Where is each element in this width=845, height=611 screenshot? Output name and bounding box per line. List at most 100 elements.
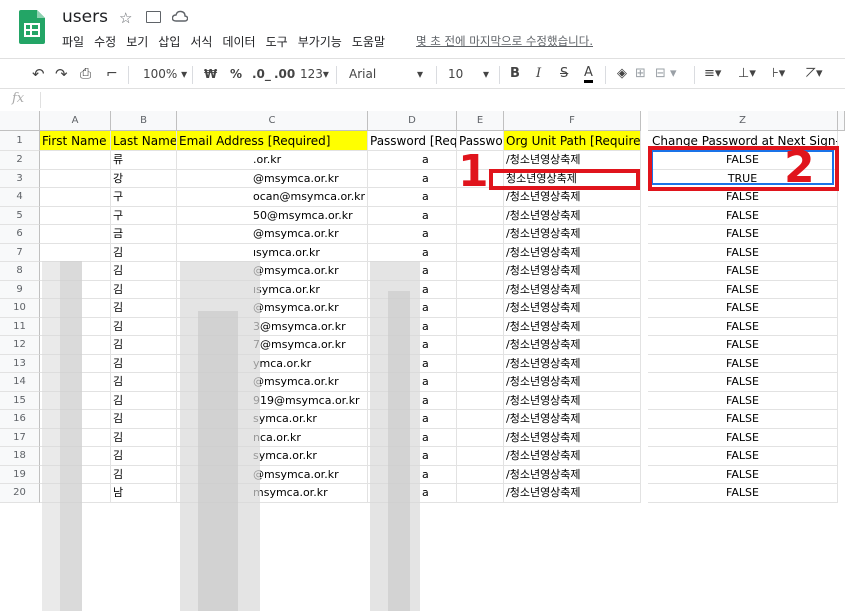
redo-icon[interactable]: ↷ [55,66,68,82]
last-name-cell[interactable]: 김 [111,243,177,262]
password-hash-cell[interactable] [457,410,504,429]
org-unit-cell[interactable]: /청소년영상축제 [504,262,641,281]
password-cell[interactable]: a [368,206,457,225]
last-name-cell[interactable]: 남 [111,484,177,503]
row-number[interactable]: 11 [0,317,40,336]
row-number[interactable]: 3 [0,169,40,188]
change-password-cell[interactable]: FALSE [648,428,838,447]
fill-color-icon[interactable]: ◈ [617,66,627,82]
menu-data[interactable]: 데이터 [222,35,255,49]
row-number[interactable]: 1 [0,131,40,151]
font-select[interactable]: Arial ▾ [349,66,423,82]
change-password-cell[interactable]: FALSE [648,317,838,336]
password-cell[interactable]: a [368,188,457,207]
org-unit-cell[interactable]: /청소년영상축제 [504,151,641,170]
org-unit-cell[interactable]: /청소년영상축제 [504,225,641,244]
menu-edit[interactable]: 수정 [94,35,116,49]
last-name-cell[interactable]: 김 [111,336,177,355]
org-unit-cell[interactable]: /청소년영상축제 [504,373,641,392]
header-cell-f[interactable]: Org Unit Path [Required] [504,131,641,151]
increase-decimal-button[interactable]: .00 [274,66,295,82]
email-cell[interactable]: 50@msymca.or.kr [177,206,368,225]
row-number[interactable]: 9 [0,280,40,299]
password-hash-cell[interactable] [457,280,504,299]
change-password-cell[interactable]: FALSE [648,354,838,373]
menu-help[interactable]: 도움말 [352,35,385,49]
org-unit-cell[interactable]: /청소년영상축제 [504,206,641,225]
text-rotate-icon[interactable]: ⦢▾ [806,66,823,82]
header-cell-b[interactable]: Last Name [Required] [111,131,177,151]
change-password-cell[interactable]: FALSE [648,280,838,299]
row-number[interactable]: 6 [0,225,40,244]
column-header-d[interactable]: D [368,111,457,131]
row-number[interactable]: 2 [0,151,40,170]
password-hash-cell[interactable] [457,465,504,484]
last-name-cell[interactable]: 김 [111,410,177,429]
change-password-cell[interactable]: FALSE [648,465,838,484]
zoom-select[interactable]: 100% ▾ [143,66,187,82]
password-hash-cell[interactable] [457,373,504,392]
row-number[interactable]: 19 [0,465,40,484]
vertical-align-icon[interactable]: ⊥▾ [738,66,756,82]
change-password-cell[interactable]: FALSE [648,373,838,392]
password-hash-cell[interactable] [457,391,504,410]
password-hash-cell[interactable] [457,354,504,373]
borders-icon[interactable]: ⊞ [635,66,646,82]
paint-format-icon[interactable]: ⌐ [106,66,118,82]
last-name-cell[interactable]: 김 [111,299,177,318]
percent-format-button[interactable]: % [230,66,242,82]
font-size-select[interactable]: 10 ▾ [448,66,489,82]
change-password-cell[interactable]: FALSE [648,243,838,262]
org-unit-cell[interactable]: /청소년영상축제 [504,354,641,373]
move-folder-icon[interactable] [146,11,161,23]
menu-file[interactable]: 파일 [62,35,84,49]
undo-icon[interactable]: ↶ [32,66,45,82]
last-name-cell[interactable]: 류 [111,151,177,170]
italic-button[interactable]: I [536,66,541,82]
row-number[interactable]: 18 [0,447,40,466]
password-hash-cell[interactable] [457,299,504,318]
password-cell[interactable]: a [368,225,457,244]
menu-view[interactable]: 보기 [126,35,148,49]
first-name-cell[interactable] [40,206,111,225]
document-title[interactable]: users [62,7,108,27]
menu-insert[interactable]: 삽입 [158,35,180,49]
email-cell[interactable]: @msymca.or.kr [177,169,368,188]
password-hash-cell[interactable] [457,317,504,336]
row-number[interactable]: 4 [0,188,40,207]
email-cell[interactable]: ocan@msymca.or.kr [177,188,368,207]
row-number[interactable]: 16 [0,410,40,429]
row-number[interactable]: 13 [0,354,40,373]
change-password-cell[interactable]: FALSE [648,410,838,429]
first-name-cell[interactable] [40,243,111,262]
org-unit-cell[interactable]: /청소년영상축제 [504,447,641,466]
org-unit-cell[interactable]: /청소년영상축제 [504,280,641,299]
password-cell[interactable]: a [368,151,457,170]
org-unit-cell[interactable]: /청소년영상축제 [504,299,641,318]
last-name-cell[interactable]: 김 [111,391,177,410]
org-unit-cell[interactable]: /청소년영상축제 [504,465,641,484]
change-password-cell[interactable]: FALSE [648,391,838,410]
last-name-cell[interactable]: 금 [111,225,177,244]
change-password-cell[interactable]: FALSE [648,484,838,503]
column-header-e[interactable]: E [457,111,504,131]
column-header-z[interactable]: Z [648,111,838,131]
row-number[interactable]: 14 [0,373,40,392]
horizontal-align-icon[interactable]: ≡▾ [704,66,721,82]
org-unit-cell[interactable]: /청소년영상축제 [504,410,641,429]
last-name-cell[interactable]: 김 [111,373,177,392]
change-password-cell[interactable]: FALSE [648,336,838,355]
password-cell[interactable]: a [368,243,457,262]
decrease-decimal-button[interactable]: .0_ [252,66,271,82]
last-name-cell[interactable]: 구 [111,188,177,207]
row-number[interactable]: 12 [0,336,40,355]
column-header-next[interactable] [838,111,845,131]
last-name-cell[interactable]: 김 [111,317,177,336]
password-hash-cell[interactable] [457,243,504,262]
password-hash-cell[interactable] [457,225,504,244]
star-icon[interactable]: ☆ [119,10,132,26]
row-number[interactable]: 20 [0,484,40,503]
menu-tools[interactable]: 도구 [266,35,288,49]
row-number[interactable]: 15 [0,391,40,410]
last-name-cell[interactable]: 강 [111,169,177,188]
